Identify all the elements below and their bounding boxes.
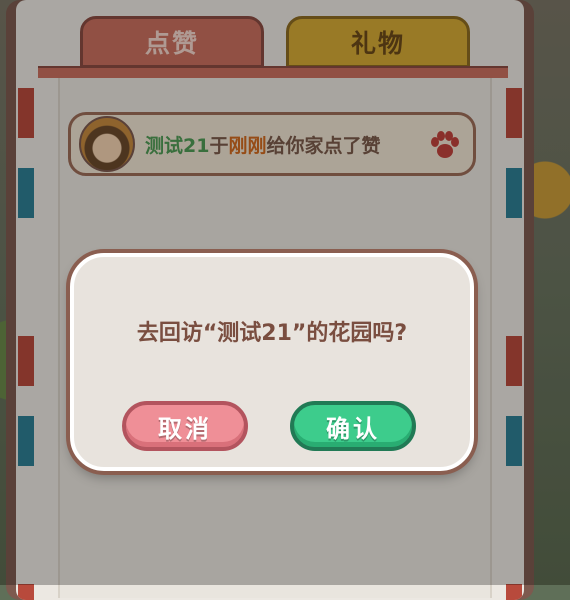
dialog-message: 去回访“测试21”的花园吗? [136,321,408,346]
cancel-button[interactable]: 取消 [122,401,248,451]
revisit-dialog: 去回访“测试21”的花园吗? 取消 确认 [70,253,474,471]
confirm-button[interactable]: 确认 [290,401,416,451]
